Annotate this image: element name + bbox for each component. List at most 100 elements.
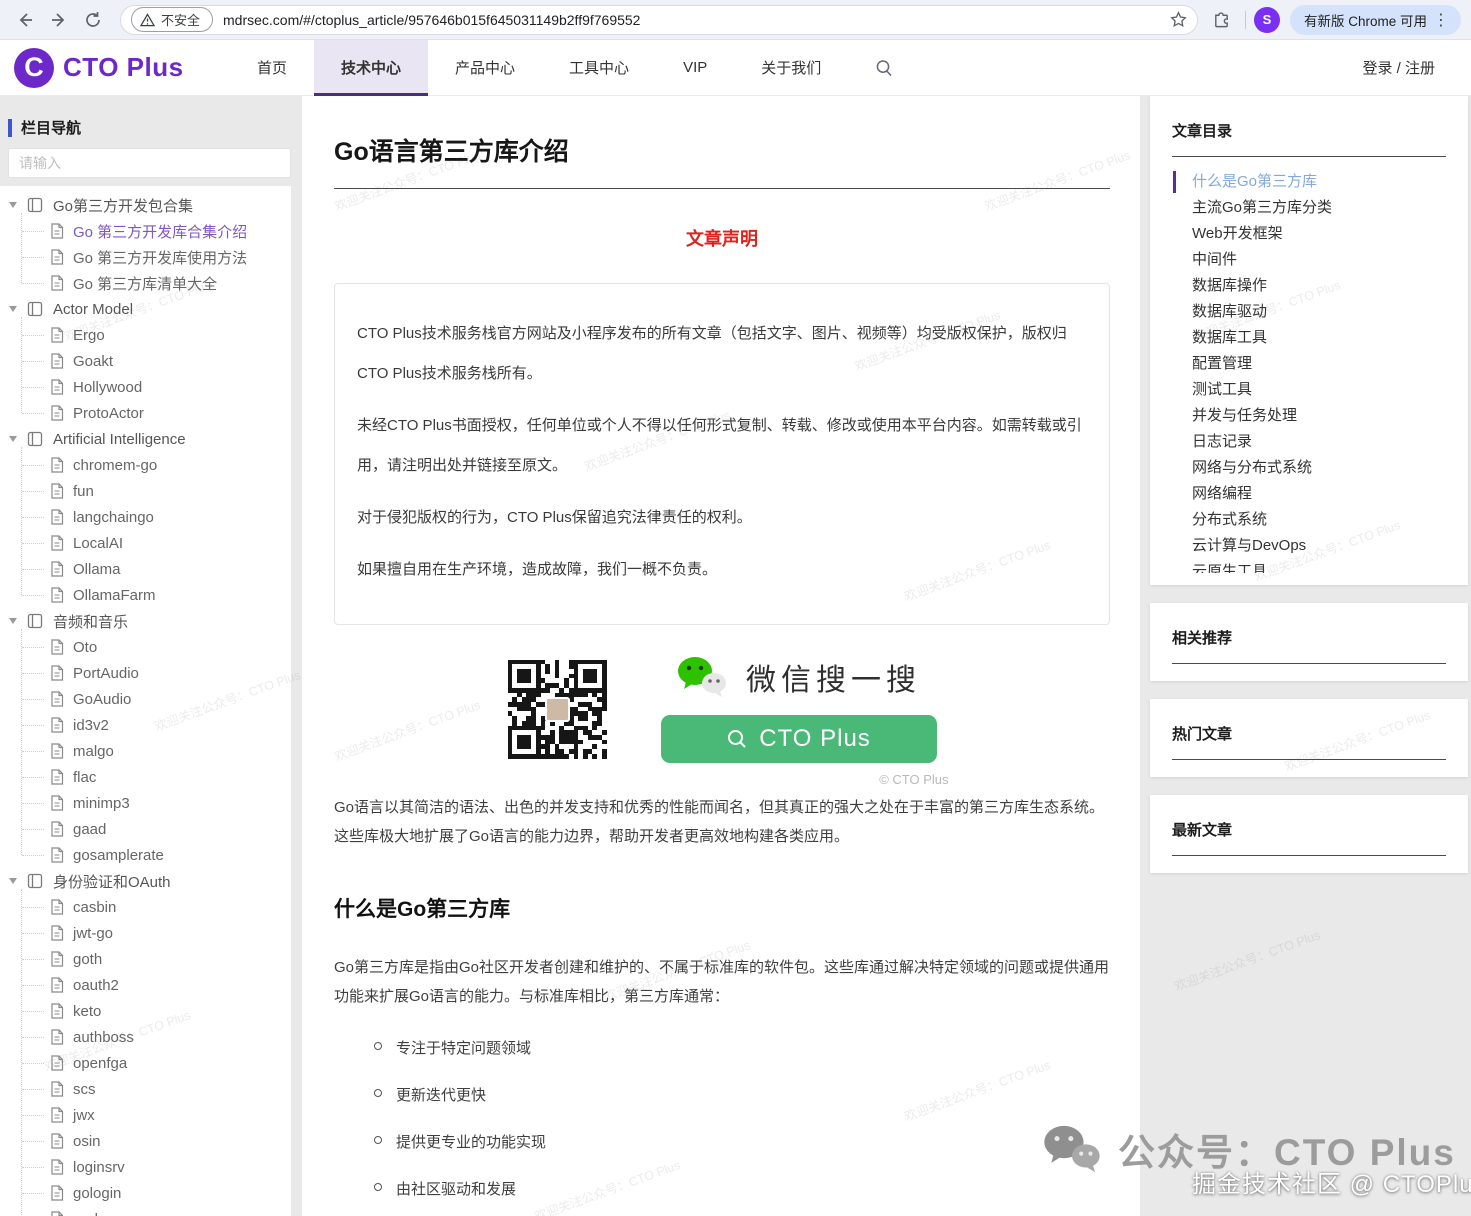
tree-item[interactable]: jwt-go bbox=[0, 920, 291, 946]
tree-item[interactable]: chromem-go bbox=[0, 452, 291, 478]
toc-item-10[interactable]: 日志记录 bbox=[1172, 429, 1446, 455]
tree-category-label: Actor Model bbox=[53, 301, 133, 318]
toc-item-5[interactable]: 数据库驱动 bbox=[1172, 299, 1446, 325]
tree-item[interactable]: Ergo bbox=[0, 322, 291, 348]
extensions-icon[interactable] bbox=[1212, 10, 1231, 29]
toc-item-12[interactable]: 网络编程 bbox=[1172, 481, 1446, 507]
tree-item[interactable]: Go 第三方库清单大全 bbox=[0, 270, 291, 296]
tree-item[interactable]: openfga bbox=[0, 1050, 291, 1076]
tree-item[interactable]: malgo bbox=[0, 738, 291, 764]
notebook-icon bbox=[27, 301, 43, 317]
tree-item-label: Hollywood bbox=[73, 379, 142, 396]
caret-down-icon[interactable] bbox=[9, 202, 17, 208]
tree-item[interactable]: Oto bbox=[0, 634, 291, 660]
address-bar[interactable]: 不安全 mdrsec.com/#/ctoplus_article/957646b… bbox=[120, 5, 1198, 35]
toc-item-1[interactable]: 主流Go第三方库分类 bbox=[1172, 195, 1446, 221]
toc-item-7[interactable]: 配置管理 bbox=[1172, 351, 1446, 377]
tree-item[interactable]: fun bbox=[0, 478, 291, 504]
sidebar-search-input[interactable] bbox=[8, 148, 291, 178]
tree-item-label: malgo bbox=[73, 743, 114, 760]
tree-item[interactable]: GoAudio bbox=[0, 686, 291, 712]
toc-item-15[interactable]: 云原生工具 bbox=[1172, 559, 1446, 573]
tree-item[interactable]: casbin bbox=[0, 894, 291, 920]
nav-item-3[interactable]: 工具中心 bbox=[542, 40, 656, 96]
tree-item[interactable]: id3v2 bbox=[0, 712, 291, 738]
toc-item-2[interactable]: Web开发框架 bbox=[1172, 221, 1446, 247]
tree-item[interactable]: LocalAI bbox=[0, 530, 291, 556]
url-text[interactable]: mdrsec.com/#/ctoplus_article/957646b015f… bbox=[223, 12, 1170, 28]
tree-category-3[interactable]: 音频和音乐 bbox=[0, 608, 291, 634]
header-search-icon[interactable] bbox=[874, 58, 894, 78]
tree-item-label: keto bbox=[73, 1003, 101, 1020]
site-logo[interactable]: C CTO Plus bbox=[0, 48, 230, 88]
nav-item-1[interactable]: 技术中心 bbox=[314, 40, 428, 96]
tree-item[interactable]: gosamplerate bbox=[0, 842, 291, 868]
tree-item-label: jwx bbox=[73, 1107, 95, 1124]
wechat-search-pill-icon bbox=[726, 728, 748, 750]
reload-button[interactable] bbox=[78, 5, 108, 35]
caret-down-icon[interactable] bbox=[9, 618, 17, 624]
toc-item-0[interactable]: 什么是Go第三方库 bbox=[1172, 169, 1446, 195]
login-register-link[interactable]: 登录 / 注册 bbox=[1362, 57, 1471, 78]
tree-item-label: GoAudio bbox=[73, 691, 131, 708]
tree-item[interactable]: gaad bbox=[0, 816, 291, 842]
tree-item[interactable]: scs bbox=[0, 1076, 291, 1102]
security-chip[interactable]: 不安全 bbox=[131, 7, 213, 32]
tree-category-label: Go第三方开发包合集 bbox=[53, 195, 193, 216]
bullet-item-3: 由社区驱动和发展 bbox=[334, 1178, 1110, 1199]
tree-category-0[interactable]: Go第三方开发包合集 bbox=[0, 192, 291, 218]
toc-item-4[interactable]: 数据库操作 bbox=[1172, 273, 1446, 299]
tree-item-label: Go 第三方开发库合集介绍 bbox=[73, 221, 247, 242]
tree-item[interactable]: Goakt bbox=[0, 348, 291, 374]
forward-button[interactable] bbox=[44, 5, 74, 35]
tree-category-2[interactable]: Artificial Intelligence bbox=[0, 426, 291, 452]
tree-item[interactable]: Ollama bbox=[0, 556, 291, 582]
tree-item[interactable]: loginsrv bbox=[0, 1154, 291, 1180]
tree-item[interactable]: Go 第三方开发库使用方法 bbox=[0, 244, 291, 270]
browser-menu-icon[interactable]: ⋮ bbox=[1427, 10, 1455, 30]
chrome-update-button[interactable]: 有新版 Chrome 可用 ⋮ bbox=[1290, 5, 1461, 35]
toc-item-11[interactable]: 网络与分布式系统 bbox=[1172, 455, 1446, 481]
tree-category-1[interactable]: Actor Model bbox=[0, 296, 291, 322]
tree-category-4[interactable]: 身份验证和OAuth bbox=[0, 868, 291, 894]
tree-item-label: gaad bbox=[73, 821, 106, 838]
toc-item-8[interactable]: 测试工具 bbox=[1172, 377, 1446, 403]
document-icon bbox=[50, 509, 64, 525]
tree-item[interactable]: ProtoActor bbox=[0, 400, 291, 426]
nav-item-0[interactable]: 首页 bbox=[230, 40, 314, 96]
tree-item[interactable]: flac bbox=[0, 764, 291, 790]
tree-item[interactable]: authboss bbox=[0, 1024, 291, 1050]
toc-item-14[interactable]: 云计算与DevOps bbox=[1172, 533, 1446, 559]
tree-item[interactable]: langchaingo bbox=[0, 504, 291, 530]
notice-paragraph-2: 对于侵犯版权的行为，CTO Plus保留追究法律责任的权利。 bbox=[357, 498, 1087, 538]
profile-avatar[interactable]: S bbox=[1254, 7, 1280, 33]
nav-item-5[interactable]: 关于我们 bbox=[734, 40, 848, 96]
toc-item-6[interactable]: 数据库工具 bbox=[1172, 325, 1446, 351]
bookmark-star-icon[interactable] bbox=[1170, 11, 1187, 28]
caret-down-icon[interactable] bbox=[9, 436, 17, 442]
tree-item[interactable]: goth bbox=[0, 946, 291, 972]
back-button[interactable] bbox=[10, 5, 40, 35]
tree-item[interactable]: keto bbox=[0, 998, 291, 1024]
caret-down-icon[interactable] bbox=[9, 306, 17, 312]
tree-item[interactable]: Hollywood bbox=[0, 374, 291, 400]
tree-category-label: 音频和音乐 bbox=[53, 611, 128, 632]
tree-item[interactable]: jwx bbox=[0, 1102, 291, 1128]
tree-item[interactable]: OllamaFarm bbox=[0, 582, 291, 608]
document-icon bbox=[50, 457, 64, 473]
toc-item-13[interactable]: 分布式系统 bbox=[1172, 507, 1446, 533]
notebook-icon bbox=[27, 197, 43, 213]
caret-down-icon[interactable] bbox=[9, 878, 17, 884]
tree-item[interactable]: Go 第三方开发库合集介绍 bbox=[0, 218, 291, 244]
toc-item-3[interactable]: 中间件 bbox=[1172, 247, 1446, 273]
tree-item[interactable]: oauth2 bbox=[0, 972, 291, 998]
toc-item-9[interactable]: 并发与任务处理 bbox=[1172, 403, 1446, 429]
tree-item[interactable]: gorbac bbox=[0, 1206, 291, 1216]
wechat-icon bbox=[676, 655, 728, 699]
tree-item[interactable]: minimp3 bbox=[0, 790, 291, 816]
nav-item-4[interactable]: VIP bbox=[656, 40, 734, 96]
tree-item[interactable]: PortAudio bbox=[0, 660, 291, 686]
nav-item-2[interactable]: 产品中心 bbox=[428, 40, 542, 96]
tree-item[interactable]: gologin bbox=[0, 1180, 291, 1206]
tree-item[interactable]: osin bbox=[0, 1128, 291, 1154]
